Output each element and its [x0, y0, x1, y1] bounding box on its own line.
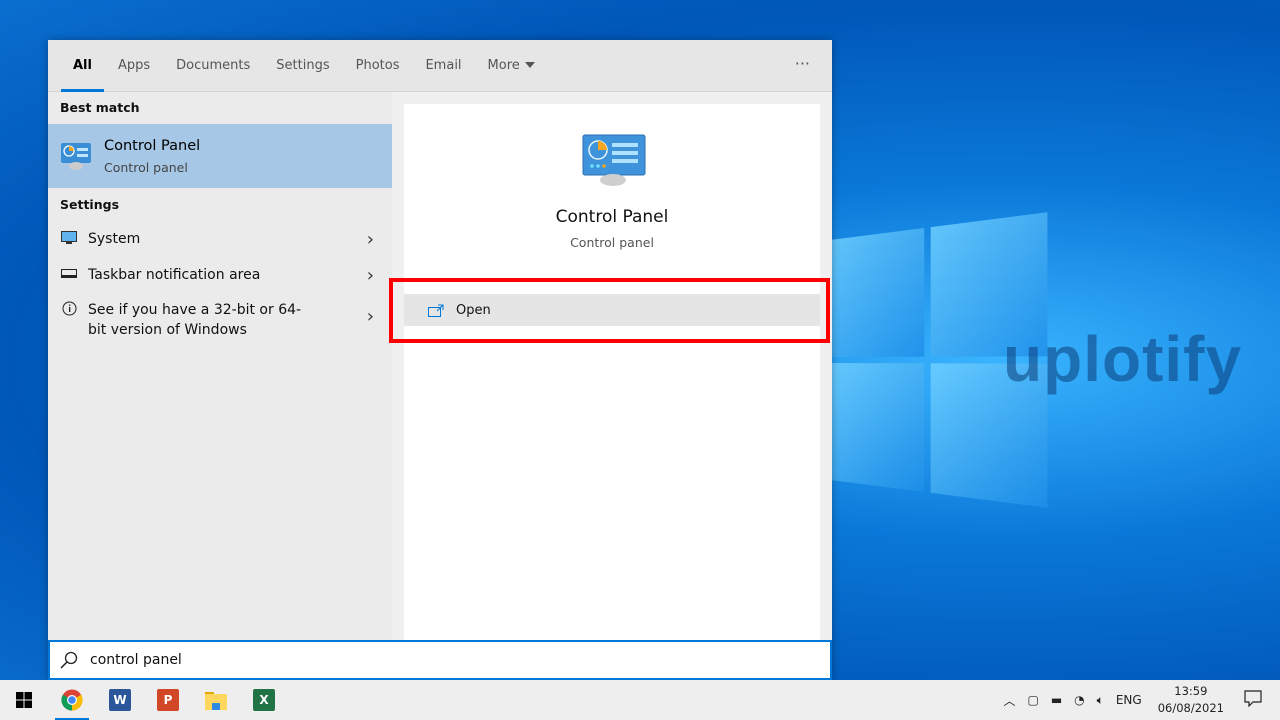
highlight-box [389, 278, 830, 343]
best-match-item[interactable]: Control Panel Control panel [48, 124, 392, 188]
show-hidden-icons-chevron-up-icon[interactable]: ︿ [1003, 692, 1015, 709]
taskbar-icon [60, 268, 78, 283]
clock-time: 13:59 [1174, 684, 1208, 698]
best-match-title: Control Panel [104, 137, 201, 154]
clock[interactable]: 13:59 06/08/2021 [1158, 683, 1224, 717]
tab-settings[interactable]: Settings [264, 40, 341, 92]
tab-documents[interactable]: Documents [164, 40, 262, 92]
tab-email[interactable]: Email [413, 40, 473, 92]
search-panel: All Apps Documents Settings Photos Email… [48, 40, 832, 680]
taskbar-powerpoint[interactable]: P [144, 680, 192, 720]
taskbar-chrome[interactable] [48, 680, 96, 720]
taskbar-file-explorer[interactable] [192, 680, 240, 720]
monitor-icon [60, 230, 78, 248]
taskbar: W P X ︿ ▢ ▬ ◔ 🔈︎ ENG 13:59 06/08/2021 [0, 680, 1280, 720]
windows-start-icon [16, 692, 32, 708]
settings-item-label: System [88, 231, 141, 247]
settings-header: Settings [60, 197, 120, 212]
chevron-right-icon: › [366, 306, 374, 327]
control-panel-icon [61, 143, 91, 170]
search-text: control panel [90, 652, 182, 668]
settings-item-label: Taskbar notification area [88, 267, 261, 283]
volume-icon[interactable]: 🔈︎ [1097, 693, 1104, 708]
excel-icon: X [253, 689, 275, 711]
best-match-header: Best match [60, 100, 140, 115]
chevron-right-icon: › [366, 228, 374, 250]
preview-title: Control Panel [555, 207, 669, 227]
taskbar-excel[interactable]: X [240, 680, 288, 720]
battery-icon[interactable]: ▬ [1051, 693, 1062, 707]
tab-photos[interactable]: Photos [344, 40, 412, 92]
control-panel-large-icon [582, 134, 646, 186]
results-list: Best match Control Panel Control panel S… [48, 92, 392, 640]
best-match-subtitle: Control panel [104, 159, 188, 175]
tab-apps[interactable]: Apps [106, 40, 162, 92]
tab-all[interactable]: All [61, 40, 104, 92]
chevron-right-icon: › [366, 264, 374, 286]
search-icon [60, 651, 78, 669]
meet-now-icon[interactable]: ▢ [1027, 693, 1038, 707]
caret-down-icon [524, 62, 535, 68]
system-tray: ︿ ▢ ▬ ◔ 🔈︎ ENG 13:59 06/08/2021 [997, 680, 1280, 720]
info-icon [60, 301, 78, 320]
taskbar-word[interactable]: W [96, 680, 144, 720]
settings-item-label: See if you have a 32-bit or 64-bit versi… [88, 302, 302, 338]
language-indicator[interactable]: ENG [1116, 693, 1142, 707]
settings-item-taskbar[interactable]: Taskbar notification area › [48, 256, 392, 294]
search-input[interactable]: control panel [48, 640, 832, 680]
more-options-button[interactable]: ··· [795, 40, 810, 88]
tab-more-label: More [487, 57, 520, 73]
preview-subtitle: Control panel [570, 235, 654, 250]
filter-tabs: All Apps Documents Settings Photos Email… [48, 40, 832, 92]
preview-pane: Control Panel Control panel Open [404, 104, 820, 640]
word-icon: W [109, 689, 131, 711]
notifications-icon[interactable] [1244, 690, 1262, 710]
start-button[interactable] [0, 680, 48, 720]
chrome-icon [61, 689, 83, 711]
clock-date: 06/08/2021 [1157, 701, 1224, 715]
tab-more[interactable]: More [476, 40, 547, 92]
powerpoint-icon: P [157, 689, 179, 711]
settings-item-bitness[interactable]: See if you have a 32-bit or 64-bit versi… [48, 294, 392, 346]
settings-item-system[interactable]: System › [48, 222, 392, 256]
watermark-logo: uplotify [1003, 323, 1243, 395]
wifi-icon[interactable]: ◔ [1074, 693, 1084, 707]
folder-icon [205, 692, 227, 710]
